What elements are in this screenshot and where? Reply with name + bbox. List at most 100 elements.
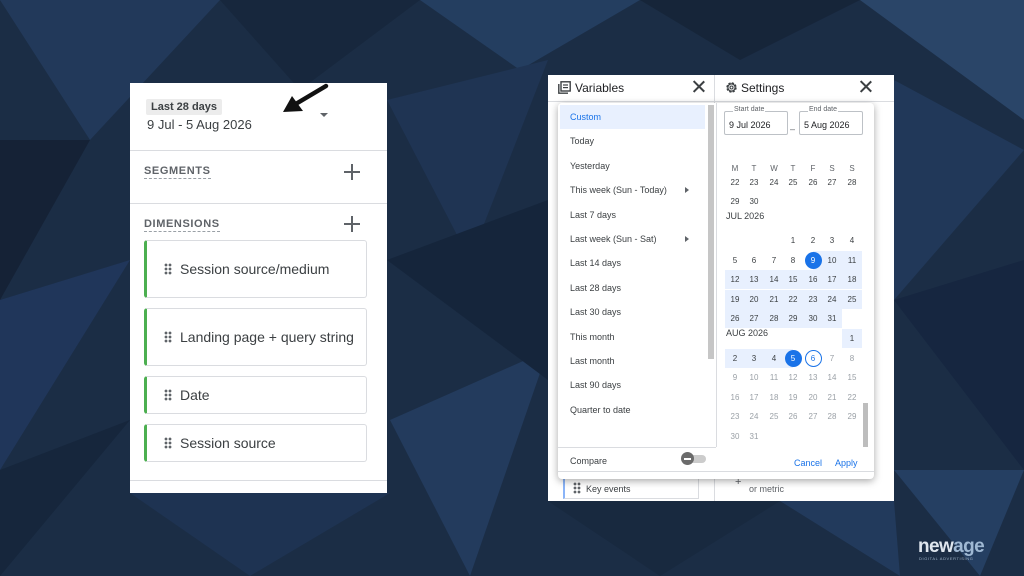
today-date[interactable]: 6 — [804, 349, 822, 367]
dimension-card[interactable]: Session source/medium — [144, 240, 367, 298]
calendar-day[interactable]: 27 — [803, 407, 823, 426]
calendar-day[interactable]: 2 — [725, 348, 745, 368]
calendar-day[interactable]: 30 — [803, 309, 823, 329]
calendar-day[interactable]: 17 — [744, 388, 764, 407]
calendar-day[interactable]: 7 — [764, 251, 784, 270]
calendar-day[interactable]: 23 — [803, 289, 823, 309]
calendar-day[interactable]: 31 — [744, 427, 764, 446]
end-date-field[interactable]: End date 5 Aug 2026 — [799, 106, 863, 135]
calendar-day[interactable]: 11 — [764, 368, 784, 387]
calendar-day[interactable]: 6 — [803, 349, 823, 368]
calendar-day[interactable]: 19 — [783, 388, 803, 407]
date-preset-item[interactable]: Today — [558, 129, 705, 153]
calendar-day[interactable]: 12 — [783, 368, 803, 387]
calendar-day[interactable]: 26 — [803, 173, 823, 192]
date-preset-item[interactable]: Yesterday — [558, 154, 705, 178]
calendar-day[interactable]: 24 — [744, 407, 764, 426]
calendar-day[interactable]: 19 — [725, 289, 745, 309]
calendar-day[interactable]: 1 — [842, 329, 862, 348]
date-preset-item[interactable]: Last 14 days — [558, 251, 705, 275]
calendar-day[interactable]: 5 — [783, 348, 803, 368]
calendar-day[interactable]: 10 — [744, 368, 764, 387]
calendar-day[interactable]: 23 — [744, 173, 764, 192]
calendar-day[interactable]: 7 — [822, 349, 842, 368]
calendar-day[interactable]: 22 — [842, 388, 862, 407]
calendar-day[interactable]: 16 — [803, 270, 823, 290]
apply-button[interactable]: Apply — [835, 458, 858, 468]
dimension-card[interactable]: Landing page + query string — [144, 308, 367, 366]
calendar-day[interactable]: 2 — [803, 231, 823, 250]
calendar-day[interactable]: 31 — [822, 309, 842, 329]
date-preset-item[interactable]: This month — [558, 325, 705, 349]
calendar-day[interactable]: 27 — [822, 173, 842, 192]
date-preset-item[interactable]: Quarter to date — [558, 398, 705, 422]
calendar-day[interactable]: 24 — [764, 173, 784, 192]
calendar-day[interactable]: 4 — [842, 231, 862, 250]
calendar-day[interactable]: 20 — [744, 289, 764, 309]
date-preset-item[interactable]: Last week (Sun - Sat) — [558, 227, 705, 251]
calendar-day[interactable]: 29 — [725, 192, 745, 211]
calendar-day[interactable]: 28 — [764, 309, 784, 329]
calendar-day[interactable]: 21 — [764, 289, 784, 309]
calendar-day[interactable]: 13 — [744, 270, 764, 290]
calendar-day[interactable]: 26 — [725, 309, 745, 329]
calendar-day[interactable]: 11 — [842, 250, 862, 270]
calendar-day[interactable]: 13 — [803, 368, 823, 387]
drag-handle-icon[interactable] — [164, 331, 172, 343]
calendar-day[interactable]: 27 — [744, 309, 764, 329]
calendar-day[interactable]: 22 — [725, 173, 745, 192]
calendar-day[interactable]: 10 — [822, 250, 842, 270]
date-preset-item[interactable]: Last 7 days — [558, 203, 705, 227]
calendar-day[interactable]: 6 — [744, 251, 764, 270]
calendar-day[interactable]: 1 — [783, 231, 803, 250]
calendar-day[interactable]: 14 — [764, 270, 784, 290]
calendar-day[interactable]: 15 — [842, 368, 862, 387]
date-range-text[interactable]: 9 Jul - 5 Aug 2026 — [147, 117, 252, 132]
calendar-day[interactable]: 5 — [725, 251, 745, 270]
start-date-field[interactable]: Start date 9 Jul 2026 — [724, 106, 788, 135]
date-preset-item[interactable]: Last 30 days — [558, 300, 705, 324]
calendar-day[interactable]: 25 — [842, 289, 862, 309]
add-dimension-plus-icon[interactable] — [343, 215, 361, 233]
close-variables-icon[interactable] — [692, 80, 705, 93]
selected-date[interactable]: 5 — [784, 349, 802, 367]
calendar-day[interactable]: 18 — [764, 388, 784, 407]
calendar-day[interactable]: 3 — [744, 348, 764, 368]
calendar-day[interactable]: 29 — [783, 309, 803, 329]
calendar-day[interactable]: 26 — [783, 407, 803, 426]
drag-handle-icon[interactable] — [164, 263, 172, 275]
calendar-day[interactable]: 15 — [783, 270, 803, 290]
selected-date[interactable]: 9 — [804, 251, 822, 269]
close-settings-icon[interactable] — [859, 80, 872, 93]
calendar-day[interactable]: 4 — [764, 348, 784, 368]
date-preset-item[interactable]: This week (Sun - Today) — [558, 178, 705, 202]
calendar-day[interactable]: 9 — [725, 368, 745, 387]
cancel-button[interactable]: Cancel — [794, 458, 822, 468]
date-preset-item[interactable]: Last 28 days — [558, 276, 705, 300]
calendar-day[interactable]: 25 — [783, 173, 803, 192]
date-range-chip[interactable]: Last 28 days — [146, 99, 223, 115]
add-segment-plus-icon[interactable] — [343, 163, 361, 181]
calendar-day[interactable]: 12 — [725, 270, 745, 290]
date-preset-item[interactable]: Last 90 days — [558, 373, 705, 397]
date-preset-item[interactable]: Last month — [558, 349, 705, 373]
calendar-day[interactable]: 25 — [764, 407, 784, 426]
calendar-day[interactable]: 17 — [822, 270, 842, 290]
compare-toggle-knob[interactable] — [681, 452, 694, 465]
list-scrollbar[interactable] — [708, 105, 714, 359]
calendar-day[interactable]: 29 — [842, 407, 862, 426]
date-preset-item[interactable]: Custom — [560, 105, 705, 129]
calendar-day[interactable]: 8 — [783, 251, 803, 270]
calendar-day[interactable]: 28 — [822, 407, 842, 426]
calendar-day[interactable]: 20 — [803, 388, 823, 407]
calendar-scrollbar[interactable] — [863, 403, 868, 447]
drag-handle-icon[interactable] — [573, 482, 581, 494]
drag-handle-icon[interactable] — [164, 437, 172, 449]
calendar-day[interactable]: 30 — [725, 427, 745, 446]
drag-handle-icon[interactable] — [164, 389, 172, 401]
calendar-day[interactable]: 8 — [842, 349, 862, 368]
calendar-day[interactable]: 28 — [842, 173, 862, 192]
calendar-day[interactable]: 18 — [842, 270, 862, 290]
calendar-day[interactable]: 14 — [822, 368, 842, 387]
calendar-day[interactable]: 21 — [822, 388, 842, 407]
